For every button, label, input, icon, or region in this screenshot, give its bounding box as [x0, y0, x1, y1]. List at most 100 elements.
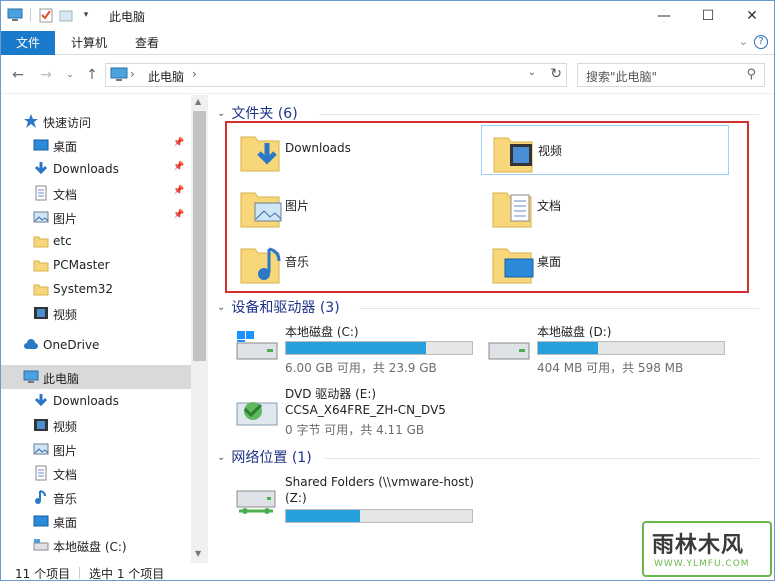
scroll-down-icon[interactable]: ▼ — [195, 549, 201, 558]
back-icon[interactable]: ← — [9, 66, 27, 84]
drive-letter: (Z:) — [285, 491, 307, 505]
sidebar-item-label: 快速访问 — [43, 116, 92, 130]
document-icon — [33, 185, 49, 201]
sidebar-item-label: 音乐 — [53, 492, 78, 506]
address-bar[interactable]: › 此电脑 › ⌄ ↻ — [105, 63, 567, 87]
folder-item[interactable]: 桌面 — [481, 237, 729, 287]
breadcrumb[interactable]: 此电脑 — [148, 68, 184, 85]
sidebar-item[interactable]: etc — [1, 229, 191, 253]
usage-bar — [537, 341, 725, 355]
usage-bar — [285, 509, 473, 523]
search-icon[interactable]: ⚲ — [746, 67, 756, 82]
help-icon[interactable]: ? — [754, 35, 768, 49]
sidebar-item[interactable]: 桌面 — [1, 509, 191, 533]
scrollbar-thumb[interactable] — [193, 111, 206, 361]
drive-item[interactable]: 本地磁盘 (D:) 404 MB 可用，共 598 MB — [485, 323, 735, 379]
tab-computer[interactable]: 计算机 — [63, 31, 115, 55]
sidebar-item[interactable]: 图片 — [1, 437, 191, 461]
refresh-icon[interactable]: ↻ — [550, 66, 562, 82]
sidebar-item[interactable]: 视频 — [1, 301, 191, 325]
divider — [319, 114, 759, 115]
chevron-right-icon[interactable]: › — [192, 67, 197, 81]
folder-icon — [33, 281, 49, 297]
cloud-icon — [23, 337, 39, 353]
chevron-down-icon[interactable]: ⌄ — [217, 452, 225, 463]
document-folder-icon — [491, 185, 535, 229]
sidebar-item-onedrive[interactable]: OneDrive — [1, 333, 191, 357]
divider — [359, 308, 759, 309]
pin-icon[interactable]: 📌 — [173, 186, 184, 196]
network-section-header[interactable]: ⌄ 网络位置 (1) — [217, 447, 312, 467]
sidebar-item-this-pc[interactable]: 此电脑 — [1, 365, 191, 389]
sidebar-item-quick-access[interactable]: 快速访问 — [1, 109, 191, 133]
sidebar-item-label: System32 — [53, 282, 114, 296]
folder-name: 桌面 — [537, 255, 562, 269]
usage-bar — [285, 341, 473, 355]
folder-item[interactable]: 图片 — [229, 181, 477, 231]
folder-item[interactable]: 视频 — [481, 125, 729, 175]
new-folder-icon[interactable] — [58, 7, 74, 23]
scroll-up-icon[interactable]: ▲ — [195, 97, 201, 106]
maximize-button[interactable]: ☐ — [686, 1, 730, 31]
folder-item[interactable]: 文档 — [481, 181, 729, 231]
sidebar-item[interactable]: 桌面 📌 — [1, 133, 191, 157]
sidebar-item-label: 图片 — [53, 444, 78, 458]
sidebar-item[interactable]: 音乐 — [1, 485, 191, 509]
chevron-down-icon[interactable]: ⌄ — [217, 302, 225, 313]
drive-size: 0 字节 可用，共 4.11 GB — [285, 423, 425, 437]
sidebar-item[interactable]: System32 — [1, 277, 191, 301]
tab-file[interactable]: 文件 — [1, 31, 55, 55]
star-icon — [23, 113, 39, 129]
recent-locations-icon[interactable]: ⌄ — [61, 66, 79, 84]
video-icon — [33, 305, 49, 321]
section-title: 网络位置 (1) — [231, 450, 312, 466]
folder-name: 视频 — [538, 144, 563, 158]
sidebar-item-label: 视频 — [53, 308, 78, 322]
sidebar-item-label: 桌面 — [53, 140, 78, 154]
customize-toolbar-icon[interactable]: ▾ — [78, 7, 94, 23]
sidebar-item[interactable]: 视频 — [1, 413, 191, 437]
folder-item[interactable]: Downloads — [229, 125, 477, 175]
close-button[interactable]: ✕ — [730, 1, 774, 31]
pin-icon[interactable]: 📌 — [173, 210, 184, 220]
document-icon — [33, 465, 49, 481]
ribbon-expand-icon[interactable]: ⌄ — [739, 35, 748, 48]
drive-icon — [485, 329, 533, 369]
folder-name: Downloads — [285, 141, 351, 155]
up-icon[interactable]: ↑ — [83, 66, 101, 84]
picture-folder-icon — [239, 185, 283, 229]
watermark-logo: 雨林木风 WWW.YLMFU.COM — [642, 521, 772, 577]
tab-view[interactable]: 查看 — [127, 31, 167, 55]
folder-name: 图片 — [285, 199, 310, 213]
dvd-drive[interactable]: DVD 驱动器 (E:) CCSA_X64FRE_ZH-CN_DV5 0 字节 … — [233, 385, 483, 437]
sidebar-item[interactable]: 文档 📌 — [1, 181, 191, 205]
drive-name: Shared Folders (\\vmware-host) — [285, 475, 474, 489]
chevron-down-icon[interactable]: ⌄ — [528, 67, 536, 78]
drive-item[interactable]: 本地磁盘 (C:) 6.00 GB 可用，共 23.9 GB — [233, 323, 483, 379]
sidebar-item[interactable]: Downloads — [1, 389, 191, 413]
item-count: 11 个项目 — [15, 567, 71, 581]
network-drive[interactable]: Shared Folders (\\vmware-host) (Z:) — [233, 475, 483, 527]
sidebar-item-label: Downloads — [53, 162, 119, 176]
chevron-down-icon[interactable]: ⌄ — [217, 108, 225, 119]
sidebar-item[interactable]: 图片 📌 — [1, 205, 191, 229]
sidebar-item[interactable]: 本地磁盘 (C:) — [1, 533, 191, 557]
sidebar-item[interactable]: PCMaster — [1, 253, 191, 277]
minimize-button[interactable]: — — [642, 1, 686, 31]
address-row: ← → ⌄ ↑ › 此电脑 › ⌄ ↻ 搜索"此电脑" ⚲ — [1, 56, 774, 94]
folders-section-header[interactable]: ⌄ 文件夹 (6) — [217, 103, 298, 123]
properties-icon[interactable] — [38, 7, 54, 23]
forward-icon[interactable]: → — [37, 66, 55, 84]
devices-section-header[interactable]: ⌄ 设备和驱动器 (3) — [217, 297, 340, 317]
sidebar-item[interactable]: 文档 — [1, 461, 191, 485]
sidebar-item[interactable]: Downloads 📌 — [1, 157, 191, 181]
watermark-url: WWW.YLMFU.COM — [654, 559, 750, 569]
pin-icon[interactable]: 📌 — [173, 138, 184, 148]
watermark-brand: 雨林木风 — [652, 533, 745, 558]
computer-icon[interactable] — [7, 7, 23, 23]
folder-item[interactable]: 音乐 — [229, 237, 477, 287]
pin-icon[interactable]: 📌 — [173, 162, 184, 172]
folder-name: 音乐 — [285, 255, 310, 269]
nav-scrollbar[interactable]: ▲ ▼ — [191, 95, 208, 563]
search-input[interactable]: 搜索"此电脑" ⚲ — [577, 63, 765, 87]
